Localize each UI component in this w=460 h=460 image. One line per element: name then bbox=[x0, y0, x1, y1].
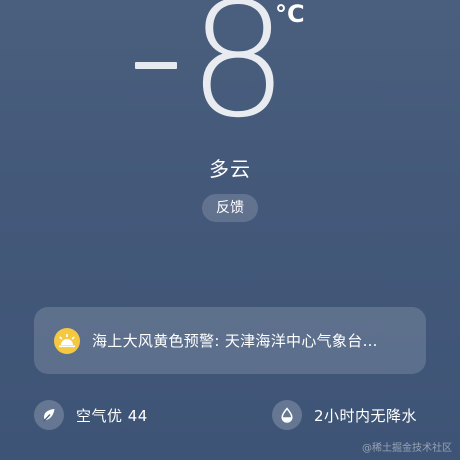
water-drop-icon bbox=[272, 400, 302, 430]
precipitation-item[interactable]: 2小时内无降水 bbox=[272, 398, 417, 432]
weather-condition: 多云 bbox=[209, 157, 251, 181]
watermark: @稀土掘金技术社区 bbox=[362, 443, 452, 454]
temperature-unit: °C bbox=[275, 0, 305, 28]
temperature-minus-sign bbox=[135, 62, 177, 69]
leaf-icon bbox=[34, 400, 64, 430]
temperature-value: 8 bbox=[188, 0, 289, 153]
weather-alert-text: 海上大风黄色预警: 天津海洋中心气象台… bbox=[92, 332, 378, 350]
temperature-display: 8 °C bbox=[0, 0, 460, 153]
air-quality-item[interactable]: 空气优 44 bbox=[34, 398, 148, 432]
feedback-button[interactable]: 反馈 bbox=[202, 194, 258, 222]
precipitation-text: 2小时内无降水 bbox=[314, 406, 418, 425]
sunrise-warning-icon bbox=[54, 327, 80, 354]
weather-alert-card[interactable]: 海上大风黄色预警: 天津海洋中心气象台… bbox=[34, 307, 426, 374]
air-quality-text: 空气优 44 bbox=[76, 406, 148, 425]
